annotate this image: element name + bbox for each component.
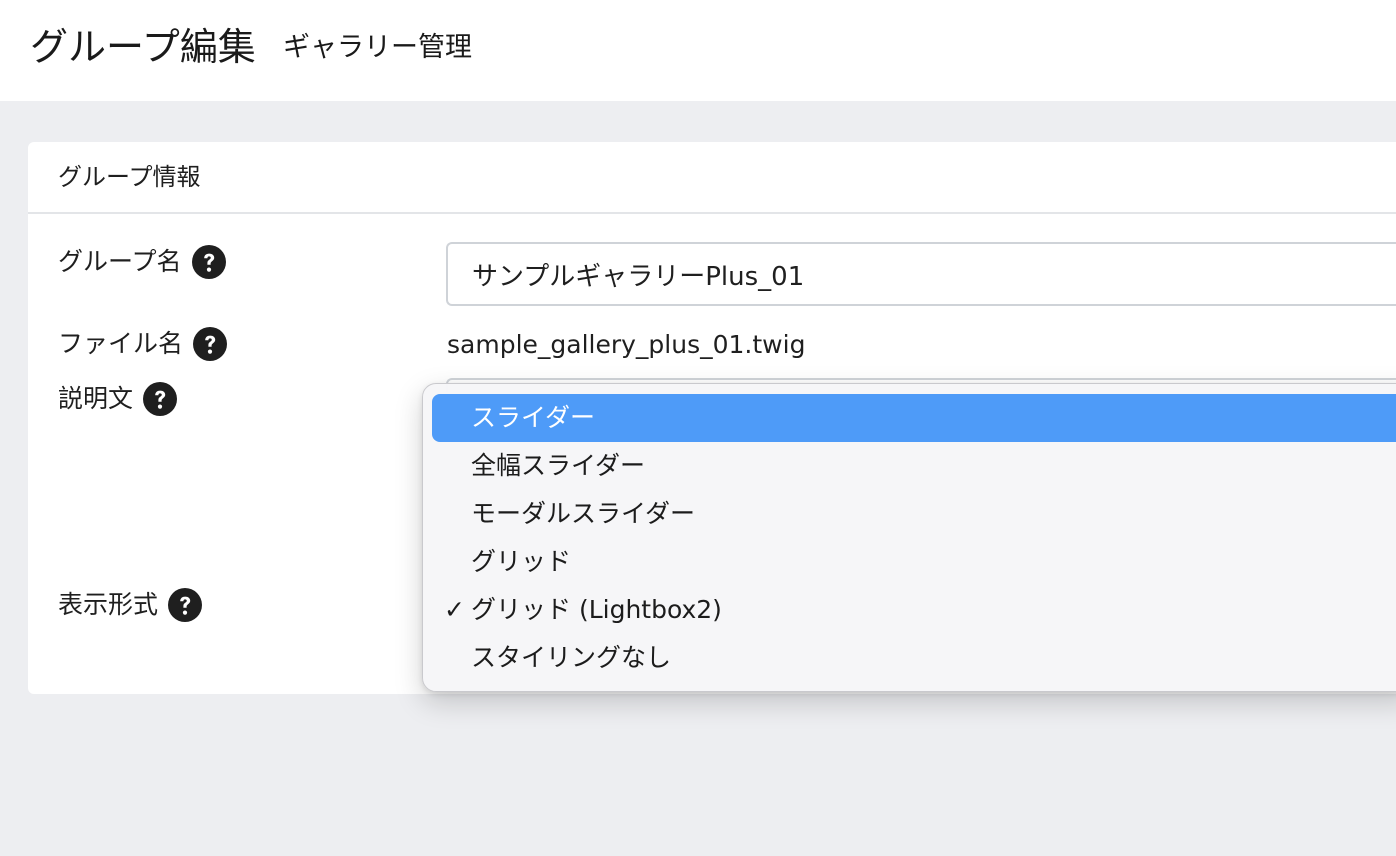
question-circle-icon[interactable] xyxy=(191,245,226,279)
description-label: 説明文 xyxy=(58,382,178,416)
dropdown-option-grid[interactable]: グリッド xyxy=(432,538,1396,586)
display-format-label-text: 表示形式 xyxy=(58,590,159,619)
file-name-value: sample_gallery_plus_01.twig xyxy=(447,330,806,359)
option-label: 全幅スライダー xyxy=(471,451,646,480)
dropdown-option-fullwidth-slider[interactable]: 全幅スライダー xyxy=(432,442,1396,490)
group-name-input[interactable] xyxy=(446,242,1396,306)
file-name-label: ファイル名 xyxy=(58,327,228,361)
option-label: グリッド (Lightbox2) xyxy=(471,595,722,624)
dropdown-option-modal-slider[interactable]: モーダルスライダー xyxy=(432,490,1396,538)
checkmark-icon: ✓ xyxy=(444,595,465,624)
display-format-label: 表示形式 xyxy=(58,588,203,622)
dropdown-option-slider[interactable]: スライダー xyxy=(432,394,1396,442)
option-label: モーダルスライダー xyxy=(471,499,696,528)
file-name-label-text: ファイル名 xyxy=(58,329,184,358)
page-title: グループ編集 xyxy=(30,25,256,69)
option-label: グリッド xyxy=(471,547,572,576)
option-label: スライダー xyxy=(471,403,596,432)
dropdown-option-grid-lightbox2[interactable]: ✓ グリッド (Lightbox2) xyxy=(432,586,1396,634)
page-header: グループ編集 ギャラリー管理 xyxy=(0,0,1396,101)
card-title: グループ情報 xyxy=(58,163,201,191)
description-label-text: 説明文 xyxy=(58,384,134,413)
dropdown-option-no-styling[interactable]: スタイリングなし xyxy=(432,634,1396,682)
group-name-label-text: グループ名 xyxy=(58,247,182,276)
option-label: スタイリングなし xyxy=(471,643,672,672)
question-circle-icon[interactable] xyxy=(143,382,178,416)
group-name-label: グループ名 xyxy=(58,245,226,279)
question-circle-icon[interactable] xyxy=(168,588,203,622)
page-subtitle: ギャラリー管理 xyxy=(283,32,472,63)
card-header: グループ情報 xyxy=(28,142,1396,214)
display-format-dropdown-menu[interactable]: スライダー 全幅スライダー モーダルスライダー グリッド ✓ グリッド (Lig… xyxy=(422,383,1396,692)
question-circle-icon[interactable] xyxy=(193,327,228,361)
